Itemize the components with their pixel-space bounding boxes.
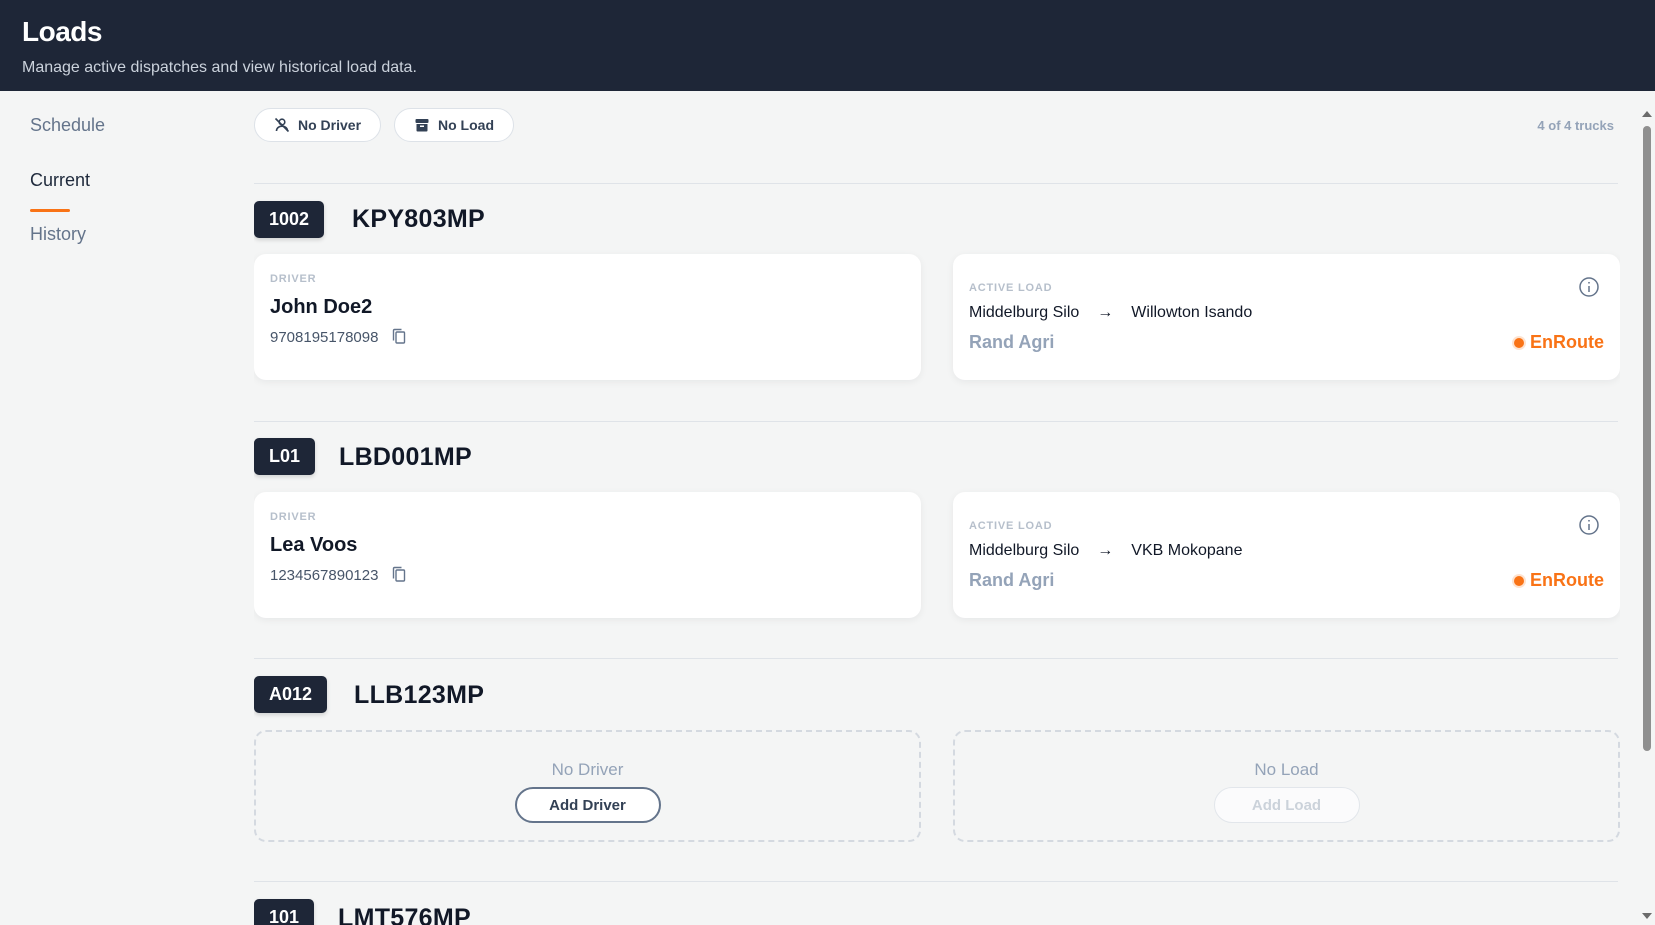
truck-plate: KPY803MP bbox=[352, 205, 486, 233]
driver-id-number: 9708195178098 bbox=[270, 328, 379, 346]
status-text: EnRoute bbox=[1530, 570, 1604, 590]
load-status: EnRoute bbox=[1514, 570, 1604, 591]
no-load-icon bbox=[415, 119, 429, 132]
truck-id-badge: 101 bbox=[254, 899, 315, 925]
driver-name: Lea Voos bbox=[270, 534, 358, 556]
empty-driver-card: No Driver Add Driver bbox=[254, 730, 921, 842]
copy-icon[interactable] bbox=[390, 566, 408, 584]
route-arrow: → bbox=[1097, 304, 1114, 321]
scroll-down-icon[interactable] bbox=[1642, 913, 1652, 919]
status-dot-icon bbox=[1514, 575, 1524, 586]
active-nav-indicator bbox=[30, 209, 70, 212]
truck-plate: LMT576MP bbox=[338, 904, 471, 925]
sidebar-item-history[interactable]: History bbox=[30, 224, 86, 245]
no-load-filter-button[interactable]: No Load bbox=[394, 108, 514, 142]
no-driver-filter-label: No Driver bbox=[298, 117, 362, 133]
driver-label: DRIVER bbox=[270, 273, 317, 285]
truck-id-badge: A012 bbox=[254, 676, 328, 713]
load-route: Middelburg Silo → VKB Mokopane bbox=[969, 542, 1242, 560]
copy-icon[interactable] bbox=[390, 328, 408, 346]
add-load-button[interactable]: Add Load bbox=[1213, 787, 1360, 823]
route-arrow: → bbox=[1097, 542, 1114, 559]
status-dot-icon bbox=[1514, 337, 1524, 348]
truck-count: 4 of 4 trucks bbox=[1537, 118, 1614, 133]
driver-name: John Doe2 bbox=[270, 296, 373, 318]
active-load-card[interactable]: ACTIVE LOAD Middelburg Silo → Willowton … bbox=[953, 254, 1620, 380]
load-client: Rand Agri bbox=[969, 332, 1055, 352]
route-origin: Middelburg Silo bbox=[969, 542, 1080, 559]
empty-load-title: No Load bbox=[1254, 760, 1319, 779]
no-driver-icon bbox=[274, 117, 290, 133]
page-subtitle: Manage active dispatches and view histor… bbox=[22, 59, 417, 76]
empty-driver-title: No Driver bbox=[551, 760, 624, 779]
info-icon[interactable] bbox=[1578, 514, 1600, 536]
section-divider bbox=[254, 658, 1618, 659]
no-load-filter-label: No Load bbox=[438, 117, 494, 133]
driver-label: DRIVER bbox=[270, 511, 317, 523]
route-destination: VKB Mokopane bbox=[1131, 542, 1243, 559]
driver-id-row: 1234567890123 bbox=[270, 566, 408, 584]
main-content: No Driver No Load 4 of 4 trucks 1002 KPY… bbox=[254, 91, 1620, 925]
active-load-label: ACTIVE LOAD bbox=[969, 282, 1053, 294]
driver-card: DRIVER John Doe2 9708195178098 bbox=[254, 254, 921, 380]
page-header: Loads Manage active dispatches and view … bbox=[0, 0, 1655, 91]
truck-plate: LLB123MP bbox=[354, 681, 485, 709]
scroll-up-icon[interactable] bbox=[1642, 111, 1652, 117]
add-driver-button[interactable]: Add Driver bbox=[514, 787, 661, 823]
vertical-scrollbar[interactable] bbox=[1640, 91, 1655, 925]
page-title: Loads bbox=[22, 16, 102, 47]
empty-load-card: No Load Add Load bbox=[953, 730, 1620, 842]
status-text: EnRoute bbox=[1530, 332, 1604, 352]
no-driver-filter-button[interactable]: No Driver bbox=[254, 108, 382, 142]
load-status: EnRoute bbox=[1514, 332, 1604, 353]
route-origin: Middelburg Silo bbox=[969, 304, 1080, 321]
scroll-thumb[interactable] bbox=[1643, 126, 1651, 751]
truck-id-badge: L01 bbox=[254, 438, 316, 475]
sidebar-item-schedule[interactable]: Schedule bbox=[30, 115, 105, 136]
load-route: Middelburg Silo → Willowton Isando bbox=[969, 304, 1252, 322]
section-divider bbox=[254, 881, 1618, 882]
driver-card: DRIVER Lea Voos 1234567890123 bbox=[254, 492, 921, 618]
section-divider bbox=[254, 183, 1618, 184]
info-icon[interactable] bbox=[1578, 276, 1600, 298]
sidebar: Schedule Current History bbox=[0, 91, 230, 925]
driver-id-row: 9708195178098 bbox=[270, 328, 408, 346]
driver-id-number: 1234567890123 bbox=[270, 566, 379, 584]
active-load-card[interactable]: ACTIVE LOAD Middelburg Silo → VKB Mokopa… bbox=[953, 492, 1620, 618]
sidebar-item-current[interactable]: Current bbox=[30, 170, 90, 191]
truck-id-badge: 1002 bbox=[254, 201, 325, 238]
section-divider bbox=[254, 421, 1618, 422]
load-client: Rand Agri bbox=[969, 570, 1055, 590]
route-destination: Willowton Isando bbox=[1131, 304, 1253, 321]
truck-plate: LBD001MP bbox=[339, 443, 472, 471]
active-load-label: ACTIVE LOAD bbox=[969, 520, 1053, 532]
